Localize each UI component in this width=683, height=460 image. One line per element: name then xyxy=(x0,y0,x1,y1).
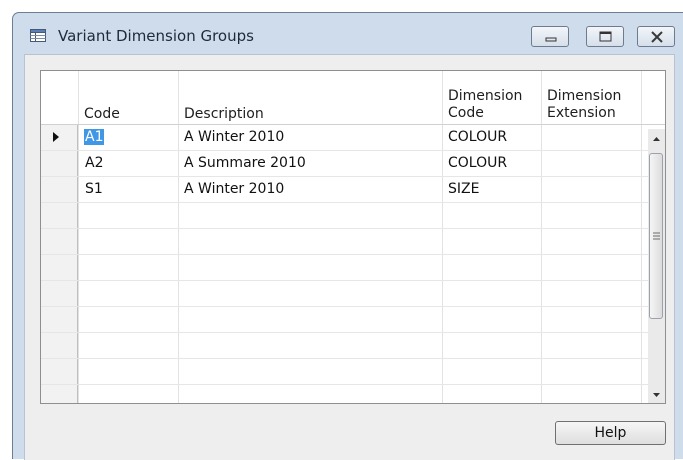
row-selector[interactable] xyxy=(41,281,78,307)
row-divider xyxy=(41,254,665,255)
grid-column-divider xyxy=(78,71,79,403)
cell-code[interactable]: A1 xyxy=(84,129,105,146)
column-header-description[interactable]: Description xyxy=(184,106,264,123)
minimize-button[interactable] xyxy=(531,26,569,47)
close-icon xyxy=(651,31,663,43)
grid-column-divider xyxy=(442,71,443,403)
column-header-dimension-code[interactable]: Dimension Code xyxy=(448,88,522,122)
cell-dimension-code[interactable]: COLOUR xyxy=(448,155,507,172)
cell-description[interactable]: A Winter 2010 xyxy=(184,129,284,146)
window: Variant Dimension Groups Code Descriptio… xyxy=(12,12,683,460)
cell-description[interactable]: A Summare 2010 xyxy=(184,155,306,172)
row-selector[interactable] xyxy=(41,125,78,151)
row-selector[interactable] xyxy=(41,203,78,229)
row-selector[interactable] xyxy=(41,229,78,255)
scroll-down-arrow-icon[interactable] xyxy=(648,385,665,404)
row-divider xyxy=(41,150,665,151)
row-selector[interactable] xyxy=(41,177,78,203)
grid-column-divider xyxy=(178,71,179,403)
row-pointer-icon xyxy=(53,132,59,142)
table-icon xyxy=(30,29,46,42)
header-separator xyxy=(41,124,665,125)
title-bar[interactable]: Variant Dimension Groups xyxy=(13,13,683,55)
row-divider xyxy=(41,228,665,229)
help-button[interactable]: Help xyxy=(555,421,666,445)
row-divider xyxy=(41,384,665,385)
cell-code-selected-text[interactable]: A1 xyxy=(84,129,105,145)
row-selector[interactable] xyxy=(41,333,78,359)
grip-icon xyxy=(653,232,660,240)
scroll-up-arrow-icon[interactable] xyxy=(648,129,665,149)
row-divider xyxy=(41,332,665,333)
column-header-line: Dimension xyxy=(448,88,523,104)
row-selector[interactable] xyxy=(41,151,78,177)
row-divider xyxy=(41,358,665,359)
maximize-button[interactable] xyxy=(586,26,624,47)
grid-column-divider xyxy=(541,71,542,403)
column-header-line: Extension xyxy=(547,105,616,121)
cell-dimension-code[interactable]: COLOUR xyxy=(448,129,507,146)
row-selector[interactable] xyxy=(41,385,78,403)
column-header-line: Dimension xyxy=(547,88,622,104)
row-selector[interactable] xyxy=(41,359,78,385)
column-header-dimension-extension[interactable]: Dimension Extension xyxy=(547,88,621,122)
client-area: Code Description Dimension Code Dimensio… xyxy=(24,54,675,460)
cell-code[interactable]: A2 xyxy=(85,155,103,172)
column-header-line: Code xyxy=(448,105,484,121)
cell-dimension-code[interactable]: SIZE xyxy=(448,181,479,198)
row-divider xyxy=(41,176,665,177)
data-grid: Code Description Dimension Code Dimensio… xyxy=(40,70,666,404)
vertical-scrollbar[interactable] xyxy=(648,129,665,404)
row-divider xyxy=(41,202,665,203)
cell-code[interactable]: S1 xyxy=(85,181,103,198)
maximize-icon xyxy=(599,31,612,42)
minimize-icon xyxy=(545,37,557,42)
cell-description[interactable]: A Winter 2010 xyxy=(184,181,284,198)
row-selector[interactable] xyxy=(41,255,78,281)
close-button[interactable] xyxy=(637,26,675,47)
column-header-code[interactable]: Code xyxy=(84,106,120,123)
window-title: Variant Dimension Groups xyxy=(58,27,254,45)
scrollbar-thumb[interactable] xyxy=(649,153,663,319)
row-divider xyxy=(41,280,665,281)
grid-column-divider xyxy=(641,71,642,403)
row-selector[interactable] xyxy=(41,307,78,333)
row-divider xyxy=(41,306,665,307)
